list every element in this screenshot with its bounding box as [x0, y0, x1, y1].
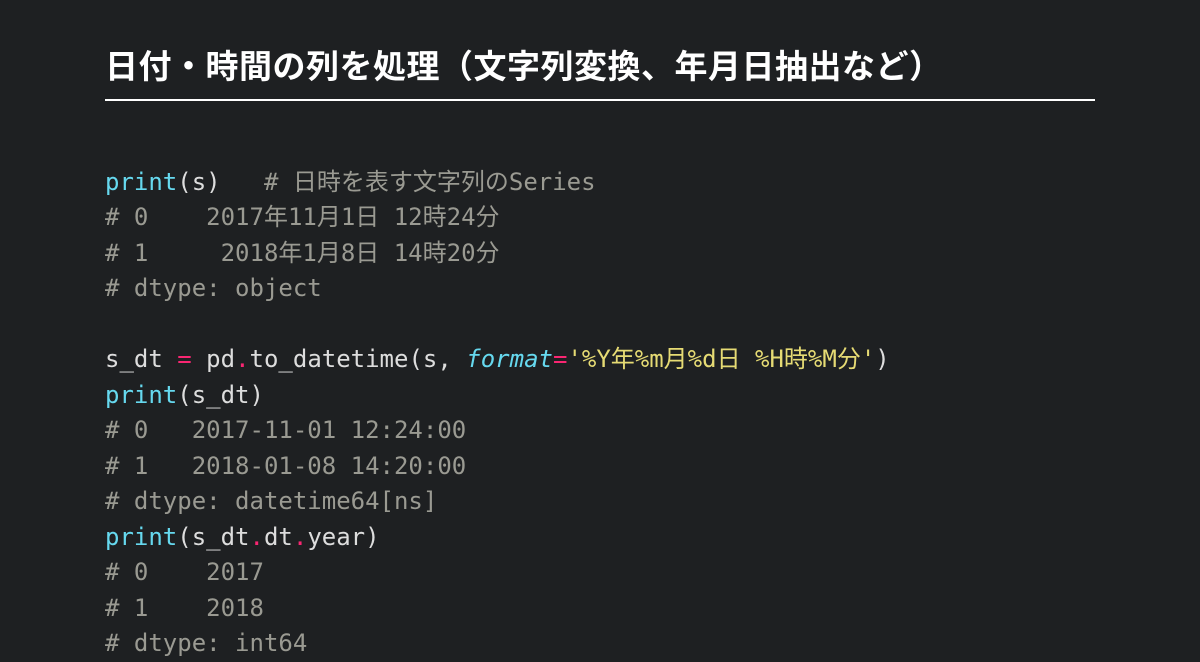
arg: s_dt — [192, 381, 250, 409]
comment: # 1 2018-01-08 14:20:00 — [105, 452, 466, 480]
op-dot: . — [235, 345, 249, 373]
paren-close: ) — [365, 523, 379, 551]
arg: s, — [423, 345, 466, 373]
fn-print: print — [105, 381, 177, 409]
fn-print: print — [105, 523, 177, 551]
kwarg: format — [466, 345, 553, 373]
op-eq: = — [553, 345, 567, 373]
module: pd — [192, 345, 235, 373]
code-block: print(s) # 日時を表す文字列のSeries # 0 2017年11月1… — [105, 129, 1095, 662]
comment: # 0 2017 — [105, 558, 264, 586]
space — [221, 168, 264, 196]
comment: # 0 2017年11月1日 12時24分 — [105, 203, 500, 231]
code-line: s_dt = pd.to_datetime(s, format='%Y年%m月%… — [105, 345, 890, 373]
fn-print: print — [105, 168, 177, 196]
string: '%Y年%m月%d日 %H時%M分' — [567, 345, 875, 373]
attr: year — [307, 523, 365, 551]
comment: # dtype: object — [105, 274, 322, 302]
paren-close: ) — [206, 168, 220, 196]
comment: # 日時を表す文字列のSeries — [264, 168, 596, 196]
code-line: print(s) # 日時を表す文字列のSeries — [105, 168, 596, 196]
comment: # 0 2017-11-01 12:24:00 — [105, 416, 466, 444]
code-line: print(s_dt) — [105, 381, 264, 409]
comment: # 1 2018年1月8日 14時20分 — [105, 239, 500, 267]
method: to_datetime — [250, 345, 409, 373]
code-line: print(s_dt.dt.year) — [105, 523, 380, 551]
paren-open: ( — [177, 523, 191, 551]
blank-line — [105, 310, 119, 338]
attr: dt — [264, 523, 293, 551]
arg: s — [192, 168, 206, 196]
paren-open: ( — [177, 381, 191, 409]
comment: # dtype: int64 — [105, 629, 307, 657]
paren-open: ( — [177, 168, 191, 196]
comment: # 1 2018 — [105, 594, 264, 622]
paren-close: ) — [250, 381, 264, 409]
op-eq: = — [177, 345, 191, 373]
arg: s_dt — [192, 523, 250, 551]
var: s_dt — [105, 345, 177, 373]
paren-close: ) — [875, 345, 889, 373]
op-dot: . — [250, 523, 264, 551]
paren-open: ( — [408, 345, 422, 373]
page-title: 日付・時間の列を処理（文字列変換、年月日抽出など） — [105, 40, 1095, 101]
comment: # dtype: datetime64[ns] — [105, 487, 437, 515]
op-dot: . — [293, 523, 307, 551]
